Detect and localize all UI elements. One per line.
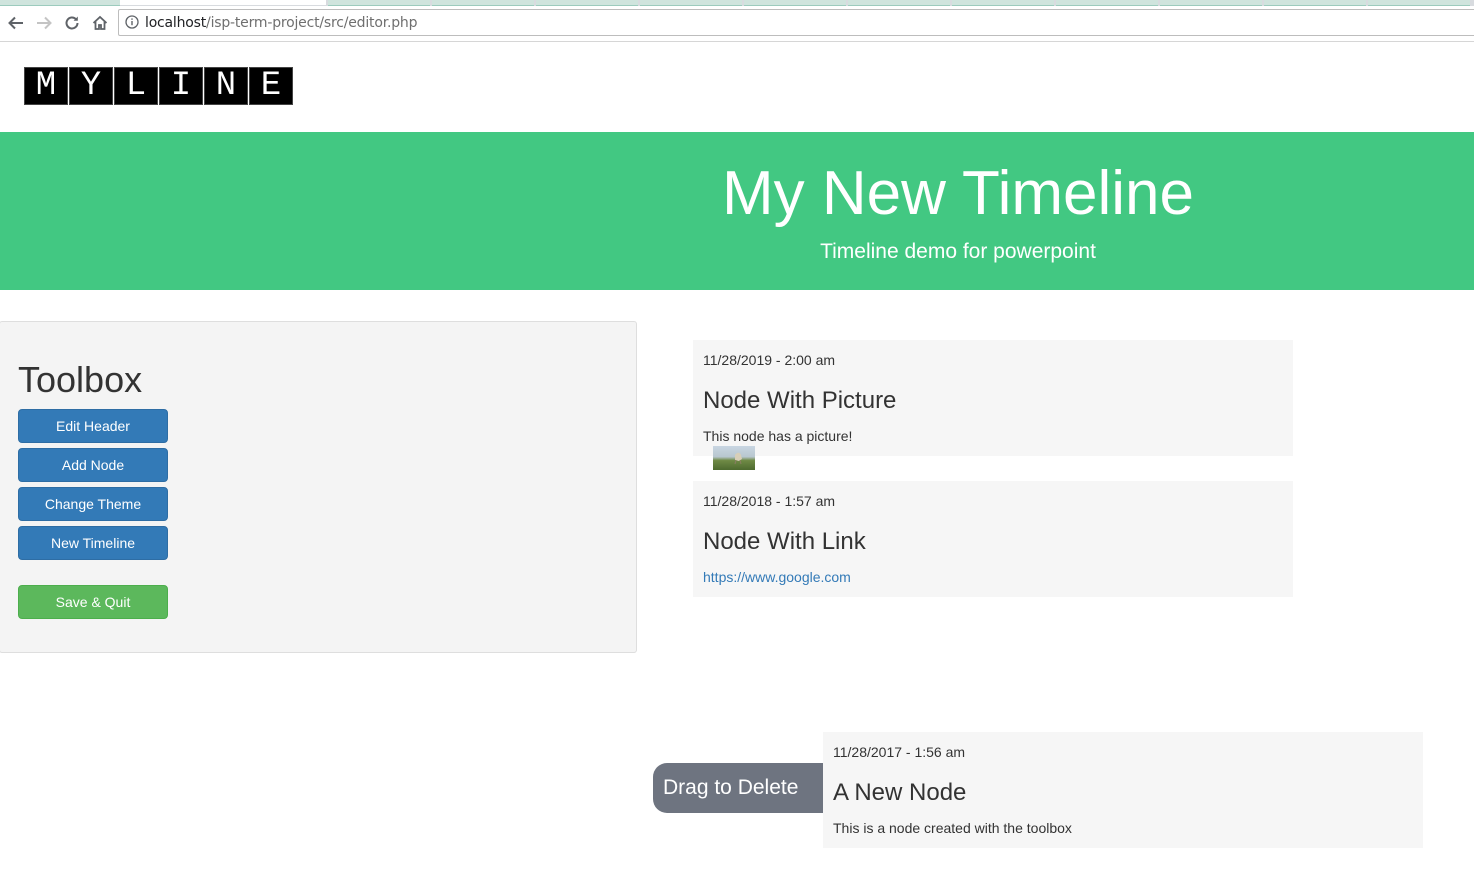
edit-header-button[interactable]: Edit Header [18,409,168,443]
home-icon[interactable] [89,12,111,34]
node-title: A New Node [833,779,967,806]
logo-letter: L [114,67,158,105]
browser-toolbar: localhost/isp-term-project/src/editor.ph… [0,6,1474,42]
forward-arrow-icon[interactable] [33,12,55,34]
node-date: 11/28/2017 - 1:56 am [833,744,966,760]
change-theme-button[interactable]: Change Theme [18,487,168,521]
reload-icon[interactable] [61,12,83,34]
logo-letter: I [159,67,203,105]
node-body: This is a node created with the toolbox [833,820,1072,836]
node-link[interactable]: https://www.google.com [703,569,851,585]
timeline-title: My New Timeline [722,159,1194,228]
toolbox-title: Toolbox [18,359,143,400]
url-text[interactable]: localhost/isp-term-project/src/editor.ph… [145,15,417,31]
timeline-node[interactable]: 11/28/2018 - 1:57 am Node With Link http… [693,481,1293,597]
drag-to-delete-zone[interactable]: Drag to Delete [653,763,825,813]
logo-letter: N [204,67,248,105]
add-node-button[interactable]: Add Node [18,448,168,482]
node-date: 11/28/2018 - 1:57 am [703,493,836,509]
back-arrow-icon[interactable] [5,12,27,34]
logo-letter: Y [69,67,113,105]
save-quit-button[interactable]: Save & Quit [18,585,168,619]
timeline-header: My New Timeline Timeline demo for powerp… [0,132,1474,290]
timeline-node[interactable]: 11/28/2019 - 2:00 am Node With Picture T… [693,340,1293,470]
url-host: localhost [145,15,207,31]
logo-letter: M [24,67,68,105]
toolbox-panel: Toolbox Edit Header Add Node Change Them… [0,321,637,653]
timeline-node[interactable]: 11/28/2017 - 1:56 am A New Node This is … [823,732,1423,848]
url-path: /isp-term-project/src/editor.php [206,15,418,31]
new-timeline-button[interactable]: New Timeline [18,526,168,560]
mylline-logo[interactable]: M Y L I N E [24,67,293,105]
node-title: Node With Link [703,528,866,555]
browser-tab-active[interactable] [120,0,326,5]
node-title: Node With Picture [703,387,897,414]
timeline-subtitle: Timeline demo for powerpoint [820,240,1096,263]
node-body: This node has a picture! [703,428,853,444]
node-picture[interactable] [713,446,755,470]
node-date: 11/28/2019 - 2:00 am [703,352,836,368]
address-bar[interactable]: localhost/isp-term-project/src/editor.ph… [118,9,1474,36]
logo-letter: E [249,67,293,105]
info-icon[interactable] [125,15,139,29]
